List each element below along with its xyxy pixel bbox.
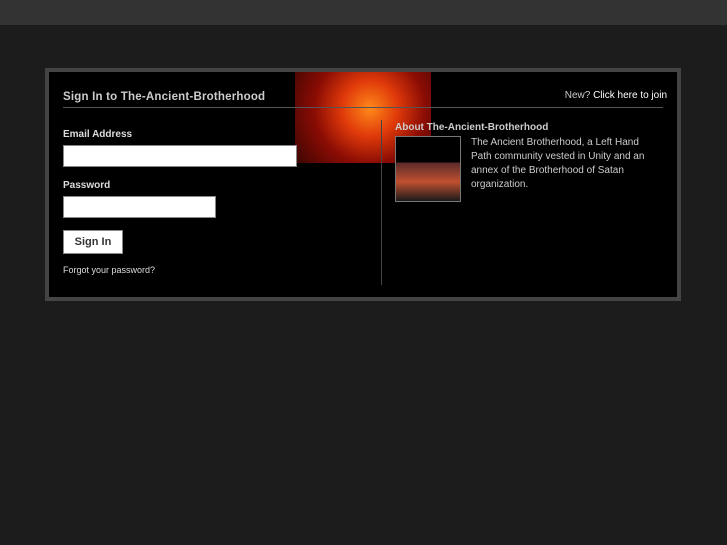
sign-in-button[interactable]: Sign In	[63, 230, 123, 254]
sign-in-panel: Sign In to The-Ancient-Brotherhood New? …	[45, 68, 681, 301]
top-bar	[0, 0, 727, 25]
join-prefix: New?	[564, 90, 591, 101]
community-thumbnail-image	[395, 136, 461, 202]
page-title: Sign In to The-Ancient-Brotherhood	[63, 91, 266, 103]
password-label: Password	[63, 180, 111, 191]
divider	[63, 107, 663, 108]
about-text: The Ancient Brotherhood, a Left Hand Pat…	[471, 137, 645, 190]
column-divider	[381, 120, 382, 285]
about-heading: About The-Ancient-Brotherhood	[395, 122, 549, 133]
password-field[interactable]	[63, 196, 216, 218]
join-prompt: New? Click here to join	[565, 90, 667, 101]
email-label: Email Address	[63, 129, 133, 140]
forgot-password-link[interactable]: Forgot your password?	[63, 265, 155, 275]
email-field[interactable]	[63, 145, 297, 167]
join-link[interactable]: Click here to join	[593, 90, 667, 101]
